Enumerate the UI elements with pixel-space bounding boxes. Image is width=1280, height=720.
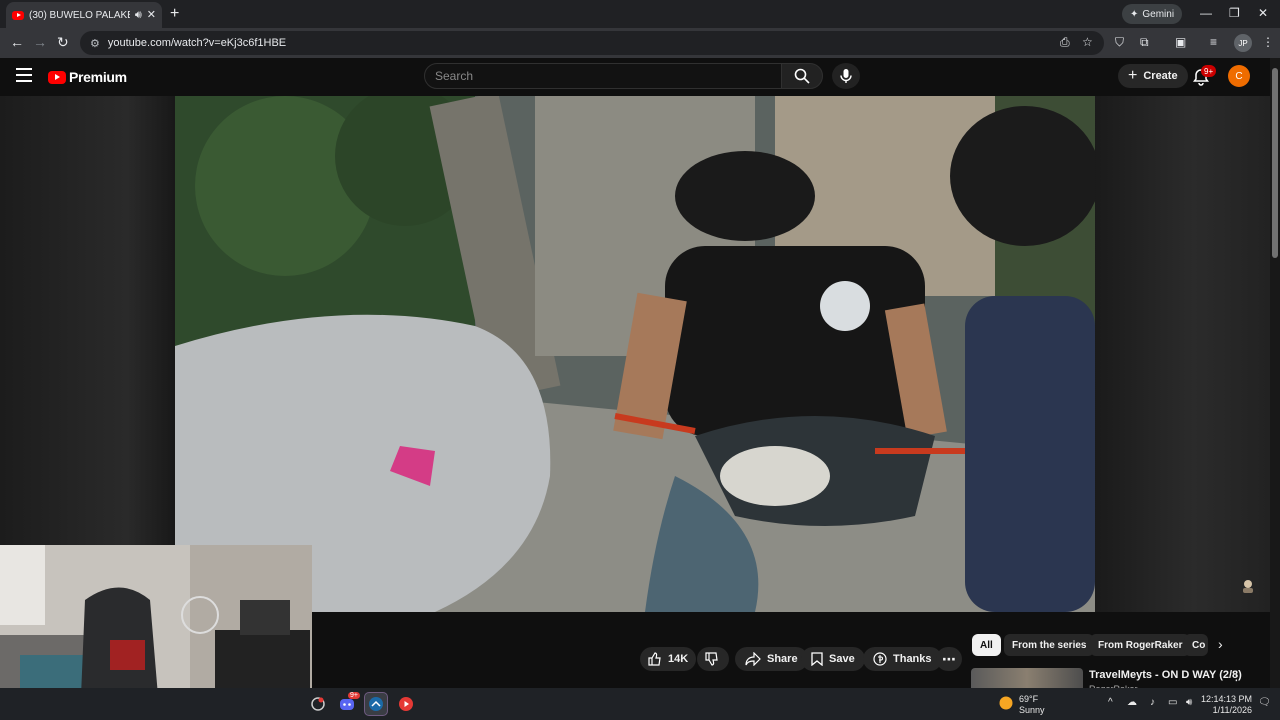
- back-icon[interactable]: ←: [10, 34, 24, 50]
- share-button[interactable]: Share: [735, 647, 808, 671]
- like-button[interactable]: 14K: [640, 647, 696, 671]
- tray-microphone-icon[interactable]: ♪: [1150, 697, 1155, 708]
- forward-icon[interactable]: →: [33, 34, 47, 50]
- taskbar-clock[interactable]: 12:14:13 PM 1/11/2026: [1200, 694, 1252, 716]
- like-count: 14K: [668, 653, 689, 665]
- tray-overflow-chevron-icon[interactable]: ^: [1108, 697, 1113, 708]
- video-player[interactable]: [175, 96, 1095, 612]
- video-frame: [175, 96, 1095, 612]
- new-tab-icon[interactable]: +: [170, 5, 179, 23]
- youtube-favicon-icon: [12, 10, 24, 20]
- clock-time: 12:14:13 PM: [1200, 694, 1252, 704]
- tray-display-icon[interactable]: ▭: [1168, 697, 1177, 708]
- browser-tab-strip: (30) BUWELO PALAKBAY (1/ 🔊︎ ✕ + ✦ Gemini…: [0, 0, 1280, 28]
- weather-condition: Sunny: [1019, 705, 1045, 715]
- create-label: Create: [1143, 70, 1178, 82]
- plus-icon: +: [1128, 67, 1138, 84]
- search-button[interactable]: [781, 63, 823, 89]
- thumbs-down-icon: [705, 652, 718, 666]
- more-horizontal-icon: ⋯: [942, 650, 956, 667]
- microphone-icon: [840, 69, 852, 83]
- browser-profile-avatar[interactable]: JP: [1234, 34, 1252, 52]
- speaker-icon[interactable]: 🔊︎: [135, 9, 142, 21]
- windows-taskbar: [0, 688, 1280, 720]
- browser-toolbar: ← → ↻ ⚙︎ youtube.com/watch?v=eKj3c6f1HBE…: [0, 28, 1280, 58]
- search-input[interactable]: [424, 63, 782, 89]
- sun-weather-icon[interactable]: [998, 695, 1014, 711]
- youtube-masthead: Premium + Create 9+ C: [0, 58, 1280, 96]
- save-label: Save: [829, 653, 855, 665]
- thanks-label: Thanks: [893, 653, 932, 665]
- url-text: youtube.com/watch?v=eKj3c6f1HBE: [107, 37, 287, 49]
- taskbar-app-1[interactable]: [306, 692, 330, 716]
- dislike-button[interactable]: [697, 647, 729, 671]
- notification-center-icon[interactable]: 🗨︎: [1258, 697, 1271, 708]
- youtube-premium-logo[interactable]: Premium: [48, 69, 127, 85]
- recommendation-title[interactable]: TravelMeyts - ON D WAY (2/8): [1089, 669, 1242, 681]
- site-info-icon[interactable]: ⚙︎: [90, 37, 100, 50]
- share-arrow-icon: [745, 652, 761, 666]
- youtube-app-icon: [399, 697, 413, 711]
- tab-title: (30) BUWELO PALAKBAY (1/: [29, 9, 130, 21]
- close-tab-icon[interactable]: ✕: [147, 9, 156, 21]
- weather-temperature: 69°F: [1019, 694, 1039, 704]
- chip-from-rogerraker[interactable]: From RogerRaker: [1090, 634, 1191, 656]
- bookmark-star-icon[interactable]: ☆: [1082, 35, 1093, 49]
- hamburger-menu-icon[interactable]: [16, 68, 32, 82]
- clock-date: 1/11/2026: [1212, 705, 1252, 715]
- search-icon: [794, 68, 810, 84]
- super-thanks-icon: [873, 652, 887, 666]
- close-window-icon[interactable]: ✕: [1258, 6, 1268, 20]
- more-actions-button[interactable]: ⋯: [936, 647, 962, 671]
- tab-search-icon[interactable]: ▣: [1175, 35, 1186, 49]
- media-control-icon[interactable]: ≡: [1210, 35, 1217, 49]
- recommendation-menu-icon[interactable]: ⋮: [1230, 668, 1243, 684]
- bookmark-icon: [811, 652, 823, 666]
- gemini-button[interactable]: ✦ Gemini: [1122, 4, 1183, 24]
- app-circle-icon: [311, 697, 325, 711]
- notification-badge: 9+: [1201, 65, 1217, 77]
- gemini-label: Gemini: [1142, 8, 1175, 20]
- address-bar[interactable]: ⚙︎ youtube.com/watch?v=eKj3c6f1HBE: [80, 31, 1104, 55]
- account-avatar[interactable]: C: [1228, 65, 1250, 87]
- tray-cloud-icon[interactable]: ☁︎: [1127, 697, 1137, 708]
- save-button[interactable]: Save: [801, 647, 865, 671]
- reload-icon[interactable]: ↻: [57, 34, 69, 51]
- voice-search-button[interactable]: [832, 63, 860, 89]
- chevron-right-icon[interactable]: ›: [1218, 636, 1223, 652]
- gemini-sparkle-icon: ✦: [1130, 8, 1139, 20]
- discord-badge: 9+: [348, 692, 360, 699]
- steam-icon: [369, 697, 383, 711]
- taskbar-discord[interactable]: 9+: [336, 692, 360, 716]
- thanks-button[interactable]: Thanks: [863, 647, 942, 671]
- channel-watermark-icon[interactable]: [1240, 578, 1256, 594]
- browser-tab[interactable]: (30) BUWELO PALAKBAY (1/ 🔊︎ ✕: [6, 2, 162, 28]
- minimize-icon[interactable]: —: [1200, 6, 1212, 20]
- chip-all[interactable]: All: [972, 634, 1001, 656]
- recommendation-thumbnail[interactable]: [971, 668, 1083, 688]
- chip-from-the-series[interactable]: From the series: [1004, 634, 1095, 656]
- restore-icon[interactable]: ❐: [1229, 6, 1240, 20]
- browser-menu-icon[interactable]: ⋮: [1262, 35, 1274, 49]
- scrollbar-thumb[interactable]: [1272, 68, 1278, 258]
- create-button[interactable]: + Create: [1118, 64, 1188, 88]
- taskbar-youtube[interactable]: [394, 692, 418, 716]
- extensions-puzzle-icon[interactable]: ⧉: [1140, 35, 1149, 50]
- youtube-logo-icon: [48, 70, 66, 84]
- install-app-icon[interactable]: ⎙: [1060, 35, 1070, 50]
- taskbar-steam[interactable]: [364, 692, 388, 716]
- weather-widget[interactable]: 69°F Sunny: [1019, 694, 1045, 716]
- logo-text: Premium: [69, 69, 127, 85]
- tray-speaker-icon[interactable]: 🔊︎: [1186, 697, 1192, 708]
- shield-extension-icon[interactable]: ⛉: [1115, 35, 1124, 50]
- thumbs-up-icon: [648, 652, 661, 666]
- chip-partial[interactable]: Co: [1184, 634, 1208, 656]
- share-label: Share: [767, 653, 798, 665]
